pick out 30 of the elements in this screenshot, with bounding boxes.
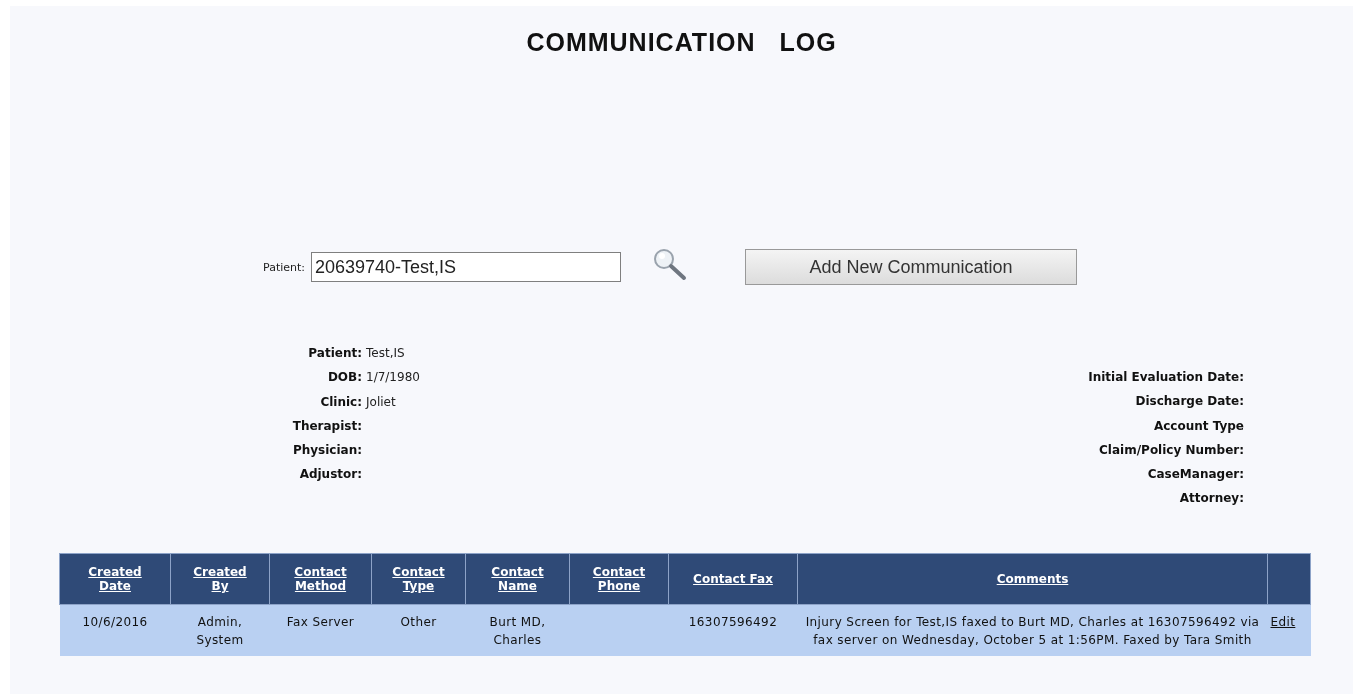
field-label: Initial Evaluation Date:	[1088, 369, 1244, 386]
field-label: Claim/Policy Number:	[1099, 441, 1244, 459]
field-value: Joliet	[366, 393, 396, 411]
table-cell: Other	[371, 604, 466, 656]
field-label: Discharge Date:	[1135, 393, 1244, 411]
field-label: Adjustor:	[298, 466, 362, 484]
patient-label: Patient:	[263, 260, 305, 274]
field-label: Clinic:	[319, 393, 362, 411]
table-cell: 16307596492	[668, 604, 798, 656]
field-label: Account Type	[1153, 417, 1244, 435]
field-value: 1/7/1980	[366, 369, 420, 387]
field-label: Therapist:	[291, 417, 362, 435]
table-cell: Admin, System	[170, 604, 270, 656]
table-cell: Fax Server	[269, 604, 372, 656]
field-label: Patient:	[307, 345, 362, 362]
patient-field[interactable]: 20639740-Test,IS	[311, 252, 621, 282]
table-cell: Injury Screen for Test,IS faxed to Burt MD, Charles at 16307596492 via fax server on Wednesday, October 5 at 1:56PM. Faxed by Tara Smith	[797, 604, 1268, 656]
field-value: Test,IS	[366, 345, 405, 362]
edit-link[interactable]: Edit	[1270, 615, 1296, 629]
column-header-link[interactable]: Comments	[996, 572, 1069, 586]
table-cell: Burt MD, Charles	[465, 604, 570, 656]
table-cell: 10/6/2016	[59, 604, 171, 656]
add-communication-button[interactable]: Add New Communication	[745, 249, 1077, 285]
field-label: Attorney:	[1179, 490, 1244, 508]
field-label: CaseManager:	[1147, 466, 1244, 484]
column-header-link[interactable]: Contact Fax	[693, 572, 773, 586]
page-title: COMMUNICATION LOG	[525, 28, 838, 57]
field-label: DOB:	[326, 369, 362, 387]
field-label: Physician:	[291, 442, 362, 460]
search-icon[interactable]	[651, 247, 687, 281]
